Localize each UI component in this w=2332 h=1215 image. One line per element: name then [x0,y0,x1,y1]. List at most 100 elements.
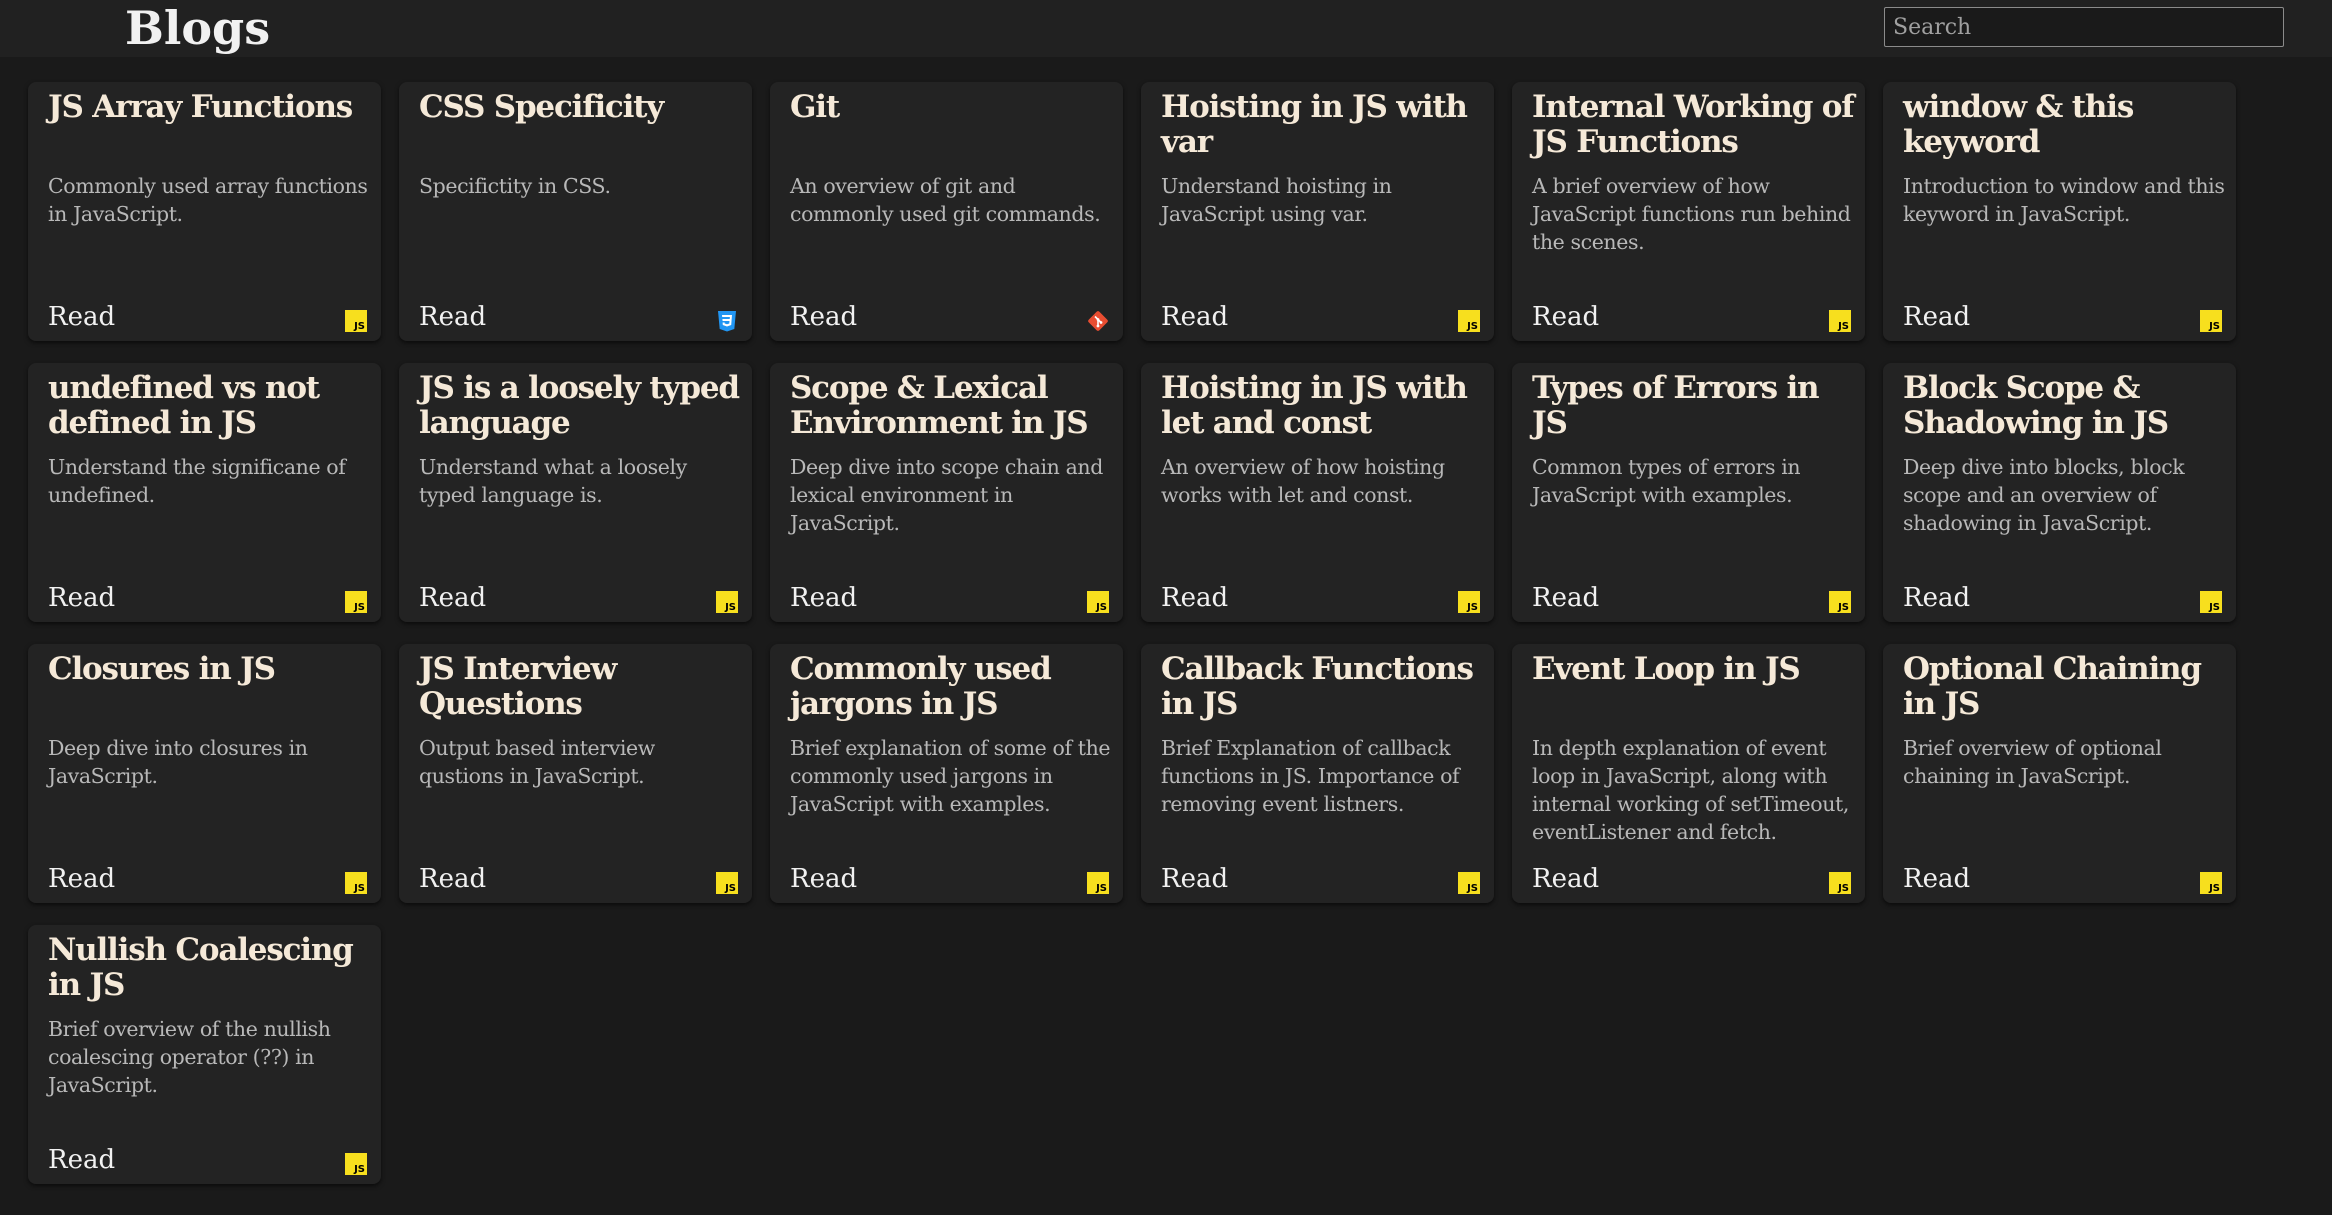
blog-card-description: Common types of errors in JavaScript wit… [1532,455,1801,507]
blog-card-description: Understand the significane of undefined. [48,455,346,507]
blog-card: Commonly used jargons in JS Brief explan… [770,644,1123,903]
blog-card-title: Internal Working of JS Functions [1532,89,1855,160]
javascript-icon: JS [1458,872,1480,894]
svg-text:JS: JS [1095,602,1107,613]
blog-card-title: Closures in JS [48,651,276,687]
read-link[interactable]: Read [419,302,486,332]
read-link[interactable]: Read [1532,864,1599,894]
blog-card: Event Loop in JS In depth explanation of… [1512,644,1865,903]
svg-text:JS: JS [353,1164,365,1175]
blog-card-description: Deep dive into scope chain and lexical e… [790,455,1103,535]
blog-card: undefined vs not defined in JS Understan… [28,363,381,622]
read-link[interactable]: Read [1532,583,1599,613]
javascript-icon: JS [1829,591,1851,613]
blog-card-description: In depth explanation of event loop in Ja… [1532,736,1849,844]
blog-card-title: Hoisting in JS with var [1161,89,1468,160]
read-link[interactable]: Read [419,583,486,613]
blog-card-description: An overview of git and commonly used git… [790,174,1101,226]
read-link[interactable]: Read [48,864,115,894]
blog-card-description: Deep dive into blocks, block scope and a… [1903,455,2185,535]
javascript-icon: JS [1458,310,1480,332]
javascript-icon: JS [716,591,738,613]
read-link[interactable]: Read [1161,302,1228,332]
blog-card-title: JS Interview Questions [419,651,617,722]
blog-card: Hoisting in JS with var Understand hoist… [1141,82,1494,341]
svg-text:JS: JS [724,883,736,894]
search-input[interactable] [1884,7,2284,47]
blog-card-description: An overview of how hoisting works with l… [1161,455,1445,507]
blog-card: Hoisting in JS with let and const An ove… [1141,363,1494,622]
blog-card-title: Event Loop in JS [1532,651,1801,687]
javascript-icon: JS [1087,591,1109,613]
blog-card-title: Scope & Lexical Environment in JS [790,370,1089,441]
javascript-icon: JS [345,872,367,894]
read-link[interactable]: Read [48,302,115,332]
blog-card-title: CSS Specificity [419,89,664,125]
svg-text:JS: JS [1837,883,1849,894]
javascript-icon: JS [2200,591,2222,613]
read-link[interactable]: Read [1532,302,1599,332]
javascript-icon: JS [716,872,738,894]
svg-text:JS: JS [1837,602,1849,613]
blog-card-description: Specifictity in CSS. [419,174,611,198]
blog-card-title: JS is a loosely typed language [419,370,740,441]
javascript-icon: JS [345,591,367,613]
blog-card: Callback Functions in JS Brief Explanati… [1141,644,1494,903]
javascript-icon: JS [1829,310,1851,332]
blog-card-description: Brief overview of optional chaining in J… [1903,736,2162,788]
svg-text:JS: JS [2208,602,2220,613]
blog-card-description: Introduction to window and this keyword … [1903,174,2225,226]
blog-card: Nullish Coalescing in JS Brief overview … [28,925,381,1184]
blog-card-description: Brief explanation of some of the commonl… [790,736,1111,816]
svg-text:JS: JS [1095,883,1107,894]
blog-card-description: Brief Explanation of callback functions … [1161,736,1460,816]
blog-card-title: window & this keyword [1903,89,2134,160]
read-link[interactable]: Read [1161,583,1228,613]
blog-card-title: Block Scope & Shadowing in JS [1903,370,2169,441]
javascript-icon: JS [2200,872,2222,894]
blog-card-title: Hoisting in JS with let and const [1161,370,1468,441]
blog-card: window & this keyword Introduction to wi… [1883,82,2236,341]
blog-card-title: Types of Errors in JS [1532,370,1820,441]
read-link[interactable]: Read [1903,302,1970,332]
blog-card: Internal Working of JS Functions A brief… [1512,82,1865,341]
blog-card: JS Array Functions Commonly used array f… [28,82,381,341]
blog-card: Types of Errors in JS Common types of er… [1512,363,1865,622]
svg-text:JS: JS [353,602,365,613]
blog-card: Block Scope & Shadowing in JS Deep dive … [1883,363,2236,622]
blog-card-title: undefined vs not defined in JS [48,370,320,441]
blog-card-title: JS Array Functions [48,89,353,125]
blog-card: Optional Chaining in JS Brief overview o… [1883,644,2236,903]
blog-card-description: Commonly used array functions in JavaScr… [48,174,368,226]
blog-card: JS is a loosely typed language Understan… [399,363,752,622]
read-link[interactable]: Read [1903,864,1970,894]
read-link[interactable]: Read [48,583,115,613]
read-link[interactable]: Read [1903,583,1970,613]
blog-card-description: Output based interview qustions in JavaS… [419,736,655,788]
svg-text:JS: JS [353,321,365,332]
read-link[interactable]: Read [790,583,857,613]
blog-card-description: A brief overview of how JavaScript funct… [1532,174,1851,254]
top-navbar: Blogs [0,0,2332,57]
blog-card: Closures in JS Deep dive into closures i… [28,644,381,903]
svg-text:JS: JS [724,602,736,613]
blog-card-title: Git [790,89,840,125]
blog-card-title: Commonly used jargons in JS [790,651,1052,722]
read-link[interactable]: Read [48,1145,115,1175]
blog-card-grid: JS Array Functions Commonly used array f… [28,82,2236,1184]
svg-text:JS: JS [353,883,365,894]
javascript-icon: JS [1829,872,1851,894]
read-link[interactable]: Read [790,302,857,332]
git-icon [1087,310,1109,332]
blog-card: CSS Specificity Specifictity in CSS. Rea… [399,82,752,341]
blog-card: JS Interview Questions Output based inte… [399,644,752,903]
svg-text:JS: JS [2208,883,2220,894]
read-link[interactable]: Read [419,864,486,894]
javascript-icon: JS [345,310,367,332]
blog-card-title: Nullish Coalescing in JS [48,932,354,1003]
read-link[interactable]: Read [790,864,857,894]
blog-card-description: Understand hoisting in JavaScript using … [1161,174,1392,226]
blog-card-title: Callback Functions in JS [1161,651,1474,722]
blog-card: Git An overview of git and commonly used… [770,82,1123,341]
read-link[interactable]: Read [1161,864,1228,894]
